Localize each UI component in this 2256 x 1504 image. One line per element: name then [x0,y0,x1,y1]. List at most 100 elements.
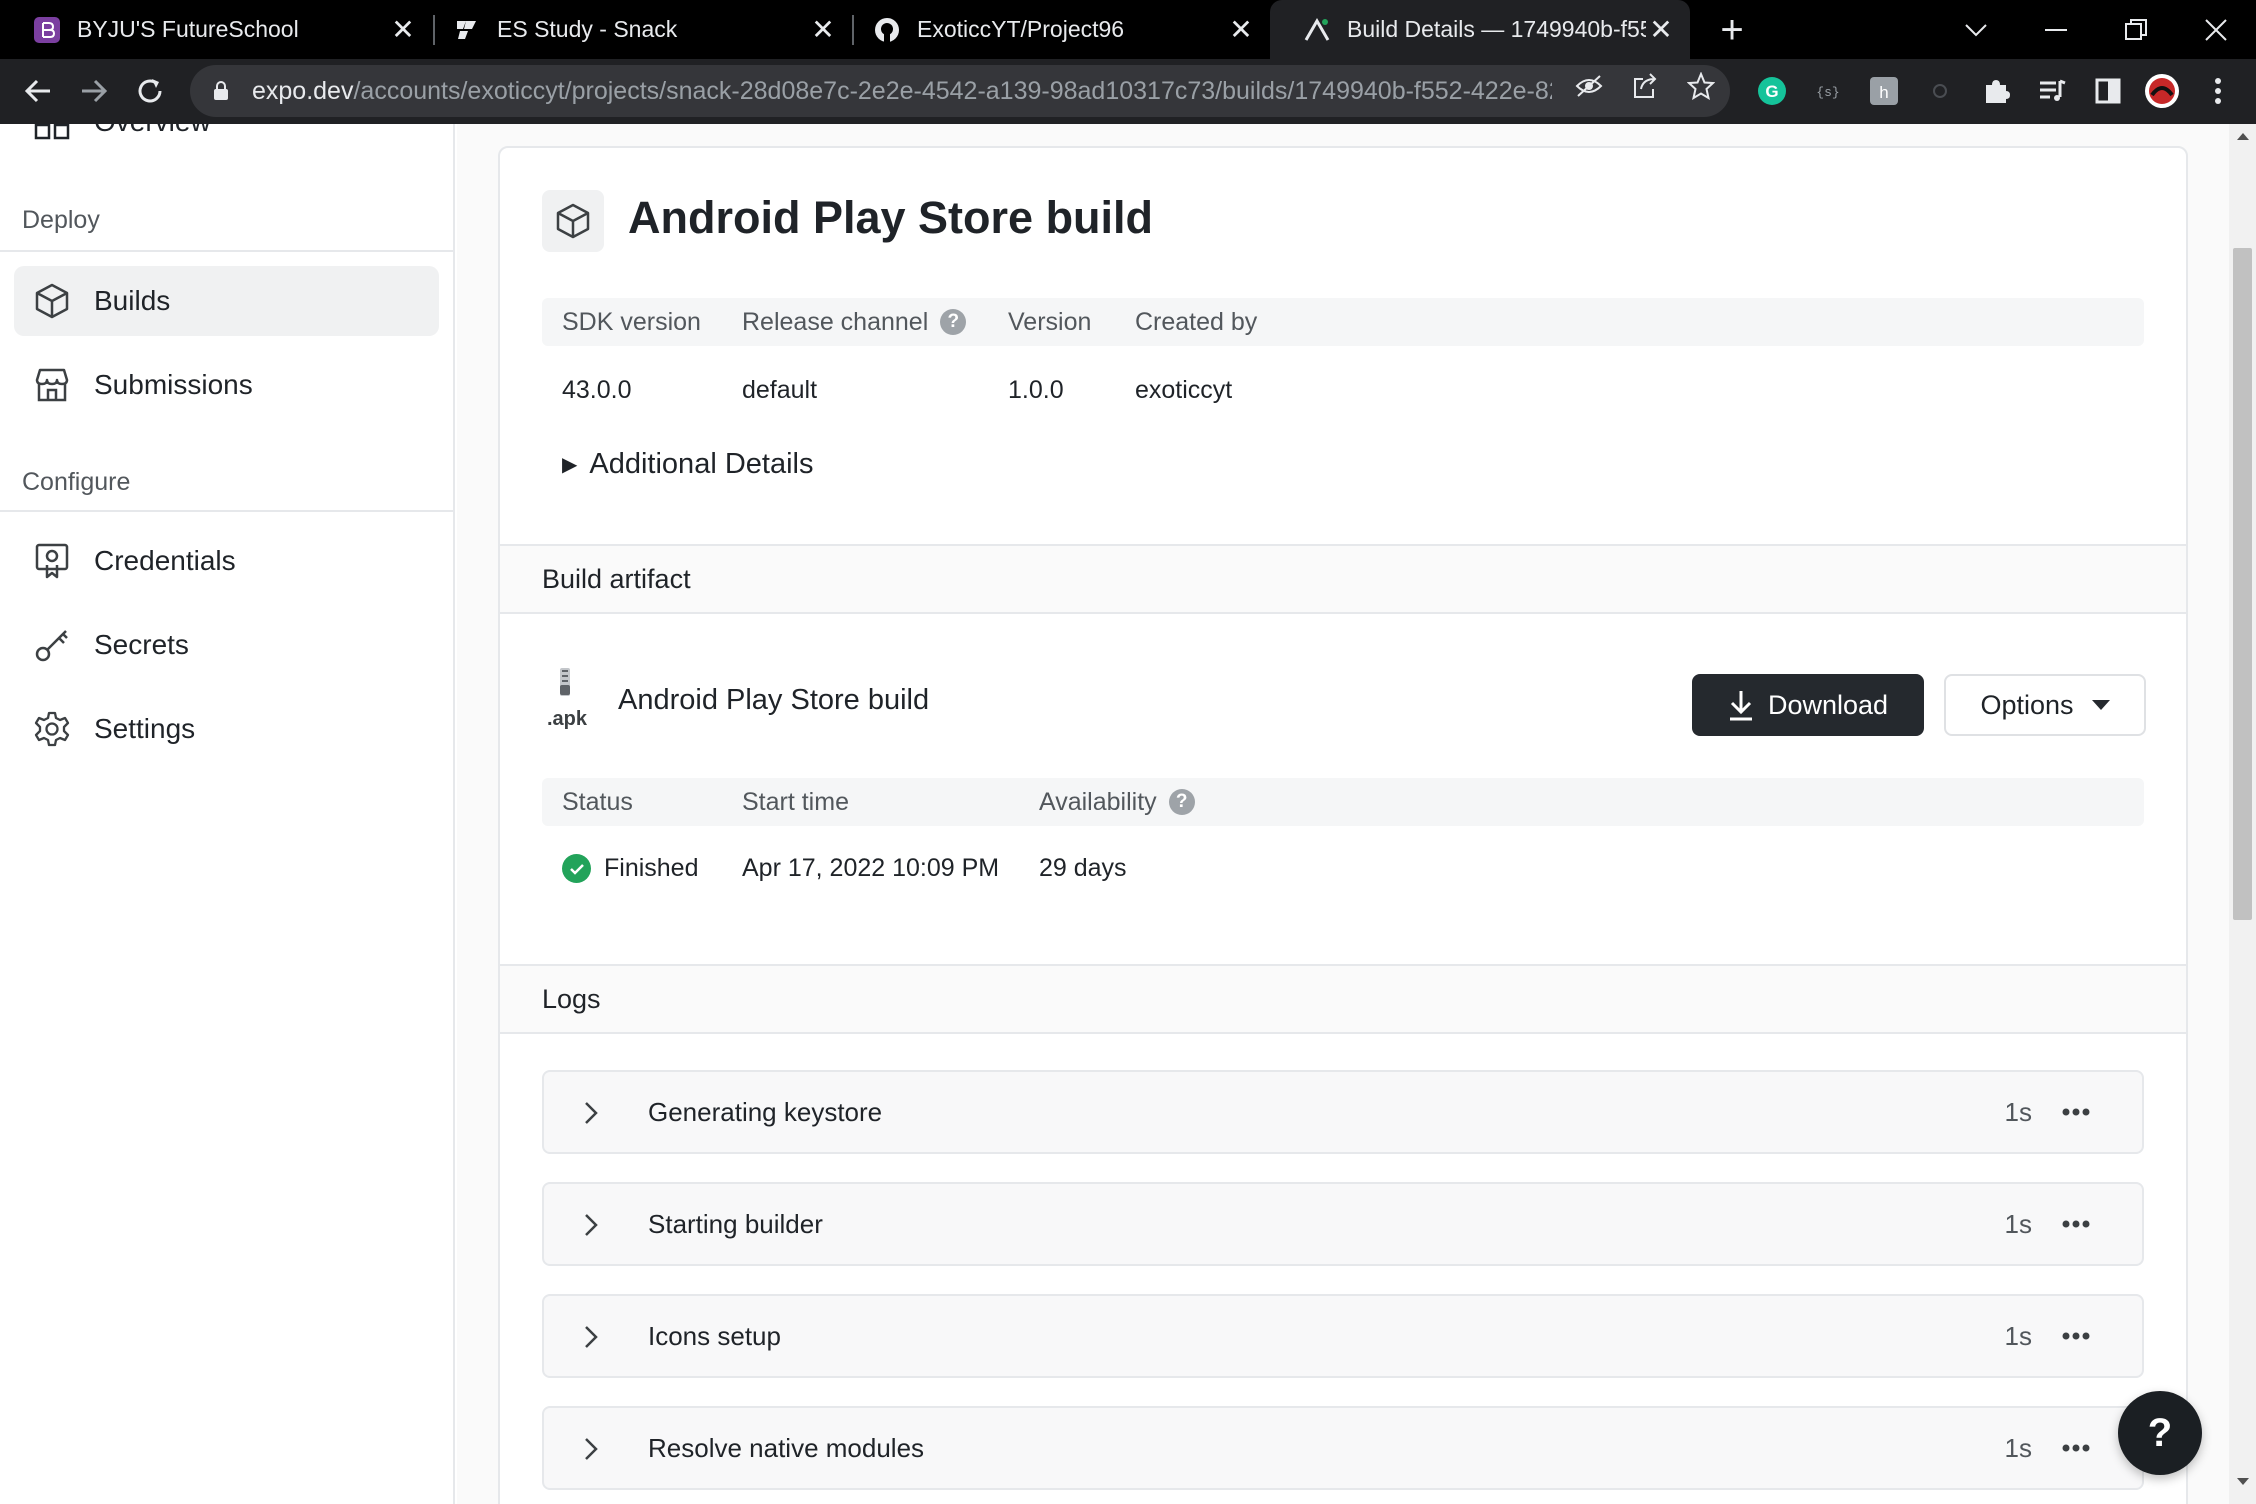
tab-byjus[interactable]: BYJU'S FutureSchool ✕ [0,0,432,59]
more-horizontal-icon[interactable] [2058,1094,2094,1130]
browser-menu-button[interactable] [2198,71,2238,111]
log-row[interactable]: Icons setup 1s [542,1294,2144,1378]
sidebar-item-builds[interactable]: Builds [14,266,439,336]
sidebar-divider [0,510,453,512]
scroll-up-arrow-icon[interactable] [2229,132,2256,152]
close-icon [2205,18,2227,41]
tab-github[interactable]: ExoticcYT/Project96 ✕ [840,0,1270,59]
key-icon [34,627,70,663]
chevron-right-icon[interactable] [574,1432,608,1466]
sidebar-item-secrets[interactable]: Secrets [14,610,439,680]
avatar[interactable] [2142,71,2182,111]
address-bar[interactable]: expo.dev/accounts/exoticcyt/projects/sna… [190,65,1730,117]
log-step-duration: 1s [2004,1320,2032,1351]
options-dropdown[interactable]: Options [1944,674,2146,736]
apk-file-icon: .apk [542,668,592,730]
sidebar-item-overview[interactable]: Overview [34,124,211,142]
sdk-version-header: SDK version [562,307,701,336]
chevron-down-icon [1965,23,1987,36]
lock-icon [210,81,232,101]
build-meta-header: SDK version Release channel ? Version Cr… [542,298,2144,346]
main-content: Android Play Store build SDK version Rel… [457,124,2229,1504]
download-button[interactable]: Download [1692,674,1924,736]
extension-circle-icon[interactable] [1920,71,1960,111]
log-row[interactable]: Generating keystore 1s [542,1070,2144,1154]
media-queue-icon[interactable] [2032,71,2072,111]
extension-json-icon[interactable]: {s} [1808,71,1848,111]
scrollbar-thumb[interactable] [2233,248,2252,920]
help-button[interactable]: ? [2118,1391,2202,1475]
build-details-card: Android Play Store build SDK version Rel… [498,146,2188,1504]
help-circle-icon[interactable]: ? [940,309,967,335]
sidebar-item-label: Builds [94,285,171,316]
more-horizontal-icon[interactable] [2058,1318,2094,1354]
gear-icon [34,711,70,747]
cube-icon [34,283,70,319]
release-channel-value: default [742,376,818,404]
tab-search-button[interactable] [1936,0,2016,59]
more-horizontal-icon[interactable] [2058,1430,2094,1466]
chevron-right-icon[interactable] [574,1320,608,1354]
status-badge: Finished [562,854,699,883]
sidebar-item-submissions[interactable]: Submissions [14,350,439,420]
more-horizontal-icon[interactable] [2058,1206,2094,1242]
additional-details-toggle[interactable]: ▶ Additional Details [562,448,813,481]
version-header: Version [1008,307,1092,336]
sidebar-item-credentials[interactable]: Credentials [14,526,439,596]
byjus-icon [33,16,60,43]
extension-h-icon[interactable]: h [1864,71,1904,111]
url-text[interactable]: expo.dev/accounts/exoticcyt/projects/sna… [252,77,1552,106]
new-tab-button[interactable]: + [1710,8,1754,52]
cube-icon [542,190,604,252]
created-by-value[interactable]: exoticcyt [1135,376,1232,405]
restore-button[interactable] [2096,0,2176,59]
side-panel-icon[interactable] [2088,71,2128,111]
close-window-button[interactable] [2176,0,2256,59]
star-icon[interactable] [1682,67,1720,105]
close-icon[interactable]: ✕ [1646,14,1676,45]
triangle-right-icon: ▶ [562,454,578,476]
created-by-header: Created by [1135,307,1258,336]
reload-icon [138,79,162,103]
minimize-button[interactable] [2016,0,2096,59]
svg-text:G: G [1765,82,1778,101]
scroll-down-arrow-icon[interactable] [2229,1478,2256,1498]
close-icon[interactable]: ✕ [388,14,418,45]
log-row[interactable]: Resolve native modules 1s [542,1406,2144,1490]
log-row[interactable]: Starting builder 1s [542,1182,2144,1266]
download-icon [1728,689,1754,721]
puzzle-icon[interactable] [1976,71,2016,111]
build-artifact-section-header: Build artifact [500,544,2186,614]
log-step-name: Generating keystore [648,1096,883,1127]
logs-section-header: Logs [500,964,2186,1034]
close-icon[interactable]: ✕ [1226,14,1256,45]
tab-build-details[interactable]: Build Details — 1749940b-f552-4 ✕ [1270,0,1690,59]
sidebar-divider [0,250,453,252]
check-circle-icon [562,854,591,883]
reload-button[interactable] [126,67,174,115]
chevron-right-icon[interactable] [574,1208,608,1242]
artifact-name: Android Play Store build [618,684,930,716]
forward-button[interactable] [70,67,118,115]
share-icon[interactable] [1626,67,1664,105]
start-time-value: Apr 17, 2022 10:09 PM [742,854,1000,882]
chevron-right-icon[interactable] [574,1096,608,1130]
sidebar-section-configure: Configure [22,468,131,496]
page-scrollbar[interactable] [2229,124,2256,1504]
log-step-duration: 1s [2004,1208,2032,1239]
grammarly-icon[interactable]: G [1752,71,1792,111]
help-circle-icon[interactable]: ? [1168,789,1195,815]
sidebar-item-settings[interactable]: Settings [14,694,439,764]
page-title: Android Play Store build [628,192,1154,243]
status-header: Status [562,787,633,816]
store-icon [34,367,70,403]
grid-icon [34,124,70,140]
tab-snack[interactable]: ES Study - Snack ✕ [420,0,852,59]
eye-off-icon[interactable] [1570,67,1608,105]
close-icon[interactable]: ✕ [808,14,838,45]
log-step-duration: 1s [2004,1096,2032,1127]
sidebar-item-label: Secrets [94,629,189,660]
sidebar-item-label: Settings [94,713,196,744]
section-title: Build artifact [542,563,691,594]
back-button[interactable] [14,67,62,115]
